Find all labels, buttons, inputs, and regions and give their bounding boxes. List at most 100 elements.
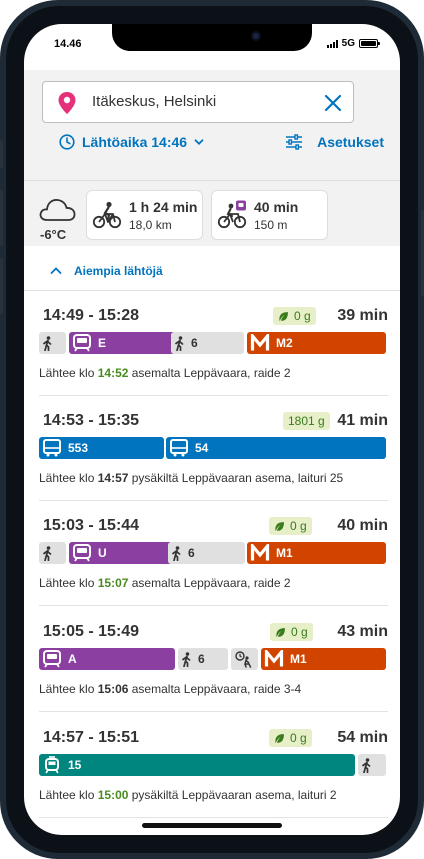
tram-icon	[42, 756, 62, 774]
earlier-departures-button[interactable]: Aiempia lähtöjä	[50, 264, 163, 278]
leg-label: 6	[191, 336, 198, 350]
status-time: 14.46	[54, 38, 82, 50]
weather-temp: -6°C	[40, 227, 67, 242]
phone-frame: 14.46 5G Itäkeskus, Helsinki Lähtöaika 1…	[0, 0, 424, 859]
co2-value: 1801 g	[288, 414, 325, 428]
notch	[112, 24, 312, 51]
leg-walk	[358, 754, 386, 776]
desc-suffix: asemalta Leppävaara, raide 2	[128, 366, 291, 380]
bicycle-icon	[92, 201, 122, 229]
itinerary-description: Lähtee klo 15:07 asemalta Leppävaara, ra…	[39, 576, 291, 590]
clear-icon[interactable]	[323, 93, 343, 113]
itinerary-row[interactable]: 14:53 - 15:35 1801 g 41 min 553 54 Lähtee klo…	[24, 396, 400, 501]
itinerary-time: 14:57 - 15:51	[43, 729, 140, 746]
desc-prefix: Lähtee klo	[39, 366, 98, 380]
co2-badge: 1801 g	[283, 412, 330, 430]
itinerary-time: 14:53 - 15:35	[43, 412, 140, 429]
search-header: Itäkeskus, Helsinki Lähtöaika 14:46 Aset…	[24, 70, 400, 180]
signal-icon	[326, 39, 338, 48]
train-icon	[72, 334, 92, 352]
leaf-icon	[275, 521, 284, 531]
leg-label: U	[98, 546, 107, 560]
leg-label: M2	[276, 336, 293, 350]
bus-icon	[42, 439, 62, 457]
desc-suffix: asemalta Leppävaara, raide 3-4	[128, 682, 302, 696]
itinerary-duration: 40 min	[337, 517, 388, 534]
leg-label: A	[68, 652, 77, 666]
time-settings-row: Lähtöaika 14:46 Asetukset	[24, 129, 400, 159]
leg-label: 6	[188, 546, 195, 560]
location-text: Itäkeskus, Helsinki	[92, 93, 217, 110]
itinerary-duration: 41 min	[337, 412, 388, 429]
co2-badge: 0 g	[273, 307, 316, 325]
leg-bar: E 6 M2	[39, 332, 386, 354]
citybike-mode-card[interactable]: 40 min 150 m	[211, 190, 328, 240]
screen: 14.46 5G Itäkeskus, Helsinki Lähtöaika 1…	[24, 24, 400, 835]
leg-walk: 6	[171, 332, 244, 354]
itinerary-row[interactable]: 15:05 - 15:49 0 g 43 min A 6 M1 Lähtee klo 15:…	[24, 607, 400, 712]
itinerary-description: Lähtee klo 15:00 pysäkiltä Leppävaaran a…	[39, 788, 337, 802]
leg-bar: 553 54	[39, 437, 386, 459]
leg-walk: 6	[178, 648, 228, 670]
departure-time: 14:52	[97, 366, 129, 380]
co2-value: 0 g	[291, 625, 308, 639]
leg-walk	[39, 332, 66, 354]
walk-icon	[42, 335, 53, 351]
metro-icon	[250, 544, 270, 562]
leg-metro: M1	[261, 648, 386, 670]
itinerary-row[interactable]: 15:03 - 15:44 0 g 40 min U 6 M1 Lähtee klo 15:…	[24, 501, 400, 606]
row-divider	[39, 605, 388, 606]
leg-label: 553	[68, 441, 89, 455]
leg-bar: 15	[39, 754, 386, 776]
bicycle-mode-card[interactable]: 1 h 24 min 18,0 km	[86, 190, 203, 240]
home-indicator	[142, 823, 282, 828]
leaf-icon	[275, 733, 284, 743]
battery-icon	[359, 39, 380, 48]
itinerary-time: 14:49 - 15:28	[43, 307, 140, 324]
departure-time-button[interactable]: Lähtöaika 14:46	[59, 134, 204, 150]
leg-label: 15	[68, 758, 82, 772]
status-bar: 14.46 5G	[24, 24, 400, 70]
itinerary-duration: 43 min	[337, 623, 388, 640]
co2-badge: 0 g	[269, 517, 312, 535]
clock-icon	[59, 134, 75, 150]
leg-train: A	[39, 648, 175, 670]
departure-time: 15:07	[97, 576, 129, 590]
co2-value: 0 g	[290, 519, 307, 533]
itinerary-description: Lähtee klo 14:52 asemalta Leppävaara, ra…	[39, 366, 291, 380]
walk-icon	[171, 545, 182, 561]
itinerary-time: 15:03 - 15:44	[43, 517, 140, 534]
itinerary-description: Lähtee klo 15:06 asemalta Leppävaara, ra…	[39, 682, 301, 696]
leaf-icon	[279, 311, 288, 321]
itinerary-row[interactable]: 14:49 - 15:28 0 g 39 min E 6 M2 Lähtee klo 14:…	[24, 291, 400, 396]
desc-prefix: Lähtee klo	[39, 682, 98, 696]
sliders-icon	[286, 134, 303, 150]
metro-icon	[264, 650, 284, 668]
chevron-down-icon	[194, 139, 204, 145]
cloud-icon	[39, 199, 76, 221]
leg-metro: M1	[247, 542, 386, 564]
leg-label: 6	[198, 652, 205, 666]
walk-icon	[361, 757, 372, 773]
leg-label: E	[98, 336, 107, 350]
chevron-up-icon	[50, 267, 62, 274]
desc-prefix: Lähtee klo	[39, 788, 98, 802]
leg-tram: 15	[39, 754, 355, 776]
mute-switch	[0, 140, 3, 168]
leg-label: M1	[290, 652, 307, 666]
mode-strip: -6°C 1 h 24 min 18,0 km 40 min 150 m	[24, 181, 400, 246]
co2-value: 0 g	[290, 731, 307, 745]
leg-metro: M2	[247, 332, 386, 354]
train-icon	[72, 544, 92, 562]
leg-wait	[231, 648, 258, 670]
itinerary-duration: 54 min	[337, 729, 388, 746]
citybike-icon	[217, 200, 247, 229]
desc-suffix: pysäkiltä Leppävaaran asema, laituri 25	[128, 471, 344, 485]
bicycle-duration: 1 h 24 min	[129, 199, 198, 215]
settings-button[interactable]: Asetukset	[285, 134, 384, 150]
itinerary-row[interactable]: 14:57 - 15:51 0 g 54 min 15 Lähtee klo 15:00…	[24, 713, 400, 818]
leg-bar: U 6 M1	[39, 542, 386, 564]
location-input[interactable]: Itäkeskus, Helsinki	[42, 81, 354, 123]
co2-badge: 0 g	[269, 729, 312, 747]
citybike-distance: 150 m	[254, 218, 288, 232]
